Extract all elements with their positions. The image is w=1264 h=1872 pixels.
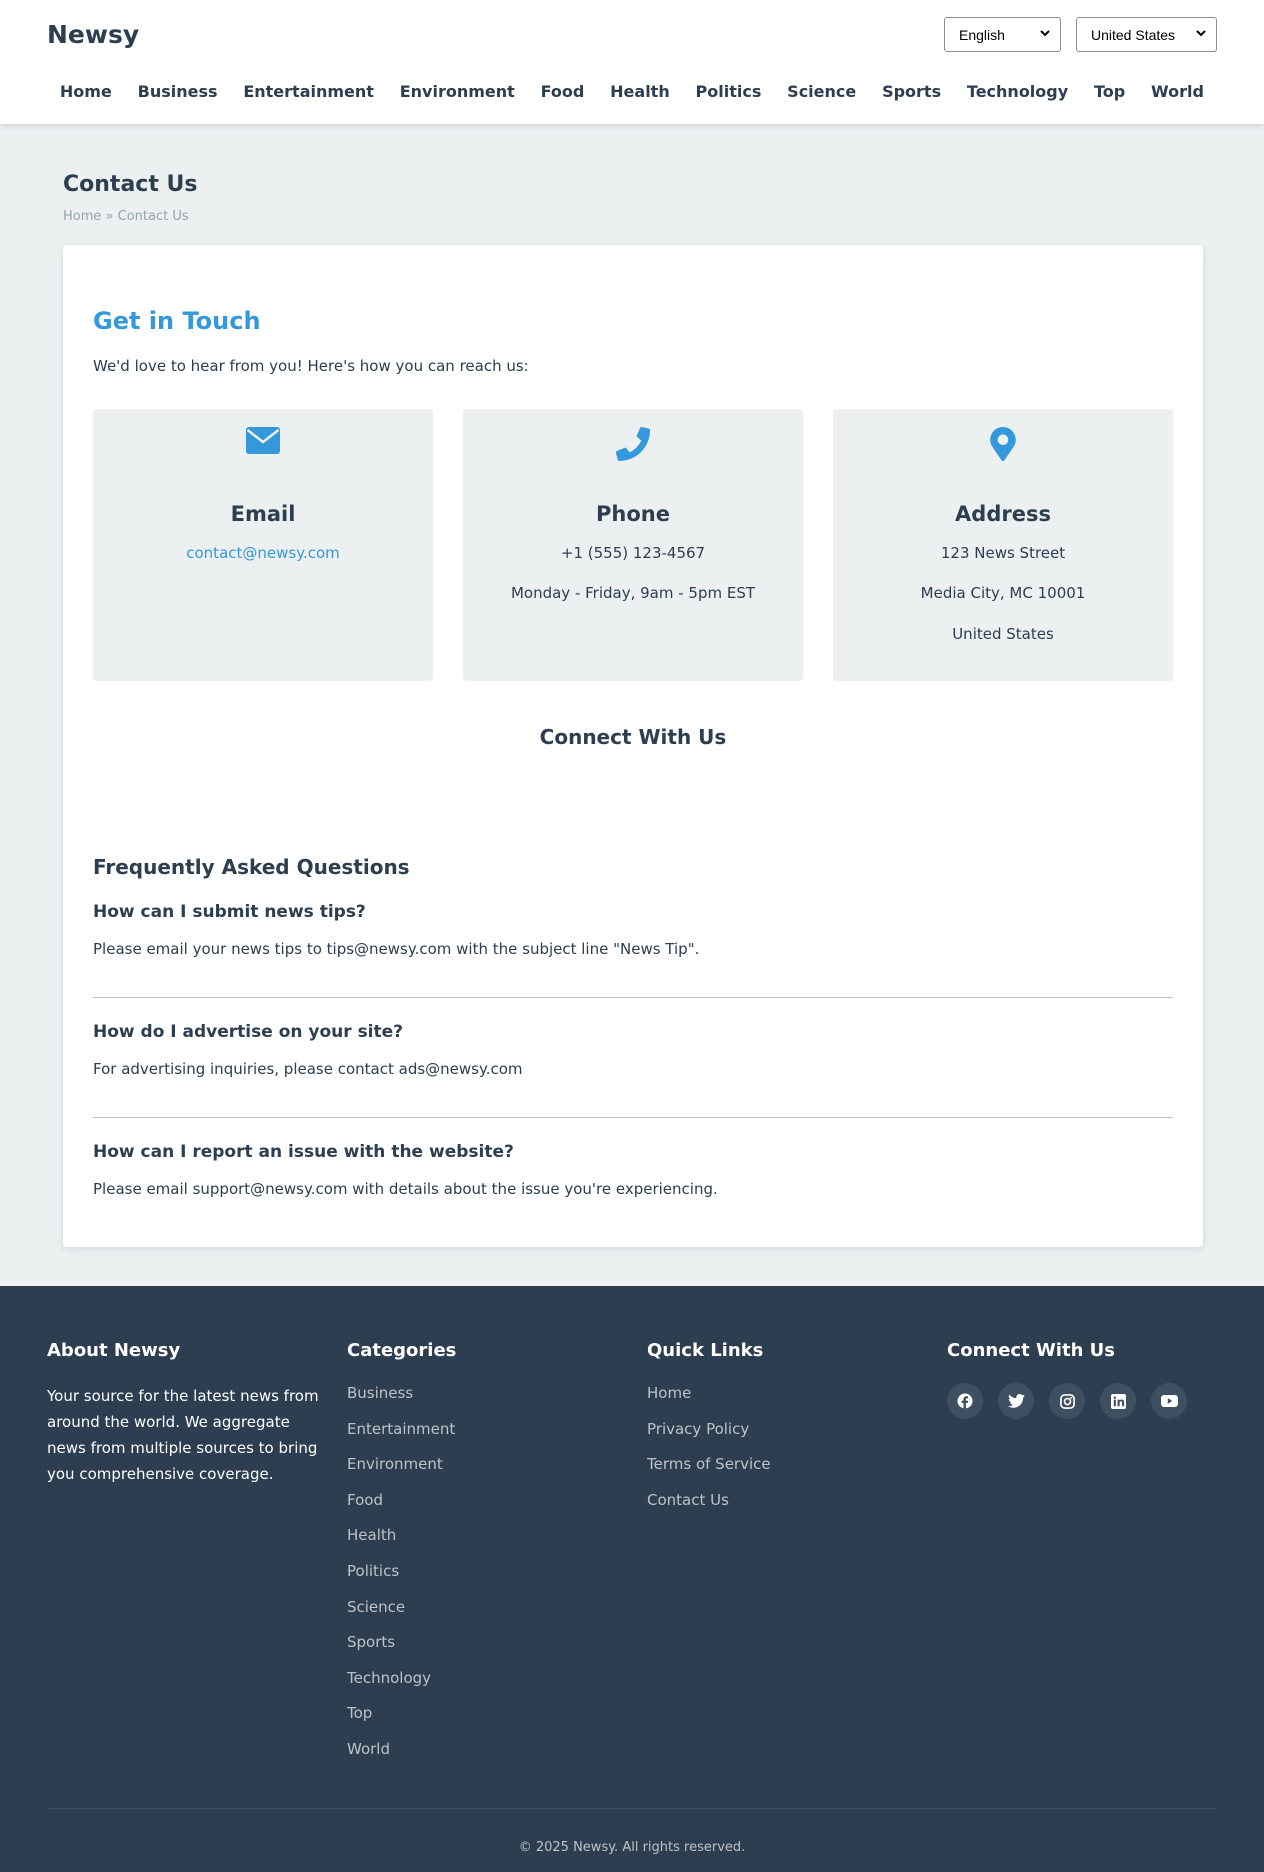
nav-item-world[interactable]: World xyxy=(1151,82,1204,101)
map-pin-icon xyxy=(833,427,1173,467)
footer-link-environment[interactable]: Environment xyxy=(347,1454,456,1490)
address-city: Media City, MC 10001 xyxy=(920,584,1086,602)
footer-quick-links-title: Quick Links xyxy=(647,1340,764,1361)
footer-link-contact[interactable]: Contact Us xyxy=(647,1490,771,1526)
address-street: 123 News Street xyxy=(940,544,1066,562)
nav-item-health[interactable]: Health xyxy=(610,82,670,101)
address-country: United States xyxy=(952,625,1054,643)
social-links xyxy=(947,1383,1187,1419)
main-nav: Home Business Entertainment Environment … xyxy=(47,82,1217,101)
breadcrumb-current: Contact Us xyxy=(117,209,189,224)
phone-number[interactable]: +1 (555) 123-4567 xyxy=(463,544,803,562)
email-link[interactable]: contact@newsy.com xyxy=(186,544,340,562)
footer-link-technology[interactable]: Technology xyxy=(347,1668,456,1704)
phone-hours: Monday - Friday, 9am - 5pm EST xyxy=(510,584,756,602)
nav-item-technology[interactable]: Technology xyxy=(967,82,1068,101)
faq-answer: Please email your news tips to tips@news… xyxy=(93,940,700,958)
contact-methods: Email contact@newsy.com Phone +1 (555) 1… xyxy=(93,409,1173,681)
phone-icon xyxy=(463,427,803,467)
page-title: Contact Us xyxy=(63,172,198,197)
language-select-value: English xyxy=(959,26,1005,43)
footer-link-top[interactable]: Top xyxy=(347,1703,456,1739)
locale-selectors: English United States xyxy=(944,17,1217,52)
language-select[interactable]: English xyxy=(944,17,1061,52)
breadcrumb-separator: » xyxy=(105,209,114,224)
faq-item: How do I advertise on your site? For adv… xyxy=(93,1022,1173,1078)
chevron-down-icon xyxy=(1196,29,1206,40)
footer-link-terms[interactable]: Terms of Service xyxy=(647,1454,771,1490)
site-logo[interactable]: Newsy xyxy=(47,20,139,49)
phone-box: Phone +1 (555) 123-4567 Monday - Friday,… xyxy=(463,409,803,681)
footer-link-home[interactable]: Home xyxy=(647,1383,771,1419)
site-footer: About Newsy Your source for the latest n… xyxy=(0,1286,1264,1872)
twitter-icon[interactable] xyxy=(998,1383,1034,1419)
footer-link-privacy[interactable]: Privacy Policy xyxy=(647,1419,771,1455)
footer-link-food[interactable]: Food xyxy=(347,1490,456,1526)
address-title: Address xyxy=(955,502,1051,526)
faq-divider xyxy=(93,1117,1173,1118)
footer-link-sports[interactable]: Sports xyxy=(347,1632,456,1668)
address-box: Address 123 News Street Media City, MC 1… xyxy=(833,409,1173,681)
footer-link-science[interactable]: Science xyxy=(347,1597,456,1633)
footer-connect: Connect With Us xyxy=(947,1340,1187,1419)
country-select-value: United States xyxy=(1091,26,1176,43)
country-select[interactable]: United States xyxy=(1076,17,1217,52)
faq-item: How can I submit news tips? Please email… xyxy=(93,902,1173,958)
footer-divider xyxy=(47,1808,1217,1809)
footer-link-world[interactable]: World xyxy=(347,1739,456,1775)
footer-link-entertainment[interactable]: Entertainment xyxy=(347,1419,456,1455)
faq-question: How can I submit news tips? xyxy=(93,902,366,922)
faq-answer: For advertising inquiries, please contac… xyxy=(93,1060,523,1078)
contact-intro: We'd love to hear from you! Here's how y… xyxy=(93,357,529,375)
envelope-icon xyxy=(93,427,433,467)
footer-about: About Newsy Your source for the latest n… xyxy=(47,1340,329,1487)
footer-categories: Categories Business Entertainment Enviro… xyxy=(347,1340,456,1775)
get-in-touch-heading: Get in Touch xyxy=(93,307,261,335)
footer-link-health[interactable]: Health xyxy=(347,1525,456,1561)
nav-item-business[interactable]: Business xyxy=(138,82,218,101)
nav-item-science[interactable]: Science xyxy=(787,82,856,101)
email-title: Email xyxy=(230,502,296,526)
nav-item-home[interactable]: Home xyxy=(60,82,112,101)
site-header: Newsy English United States Home Busines… xyxy=(0,0,1264,124)
facebook-icon[interactable] xyxy=(947,1383,983,1419)
nav-item-politics[interactable]: Politics xyxy=(696,82,762,101)
email-box: Email contact@newsy.com xyxy=(93,409,433,681)
nav-item-entertainment[interactable]: Entertainment xyxy=(243,82,374,101)
footer-connect-title: Connect With Us xyxy=(947,1340,1115,1361)
contact-card: Get in Touch We'd love to hear from you!… xyxy=(63,245,1203,1247)
nav-item-food[interactable]: Food xyxy=(541,82,585,101)
faq-divider xyxy=(93,997,1173,998)
footer-link-business[interactable]: Business xyxy=(347,1383,456,1419)
phone-title: Phone xyxy=(596,502,670,526)
footer-about-text: Your source for the latest news from aro… xyxy=(47,1387,319,1483)
faq-item: How can I report an issue with the websi… xyxy=(93,1142,1173,1198)
footer-quick-links: Quick Links Home Privacy Policy Terms of… xyxy=(647,1340,771,1525)
nav-item-environment[interactable]: Environment xyxy=(400,82,515,101)
connect-with-us-heading: Connect With Us xyxy=(539,725,727,749)
faq-question: How do I advertise on your site? xyxy=(93,1022,404,1042)
faq-question: How can I report an issue with the websi… xyxy=(93,1142,514,1162)
nav-item-top[interactable]: Top xyxy=(1094,82,1125,101)
footer-about-title: About Newsy xyxy=(47,1340,181,1361)
footer-categories-title: Categories xyxy=(347,1340,457,1361)
instagram-icon[interactable] xyxy=(1049,1383,1085,1419)
footer-link-politics[interactable]: Politics xyxy=(347,1561,456,1597)
nav-item-sports[interactable]: Sports xyxy=(882,82,941,101)
breadcrumb-home[interactable]: Home xyxy=(63,209,101,224)
breadcrumb: Home » Contact Us xyxy=(63,209,1201,224)
copyright: © 2025 Newsy. All rights reserved. xyxy=(518,1840,746,1855)
youtube-icon[interactable] xyxy=(1151,1383,1187,1419)
faq-answer: Please email support@newsy.com with deta… xyxy=(93,1180,718,1198)
linkedin-icon[interactable] xyxy=(1100,1383,1136,1419)
chevron-down-icon xyxy=(1040,29,1050,40)
faq-heading: Frequently Asked Questions xyxy=(93,855,410,879)
